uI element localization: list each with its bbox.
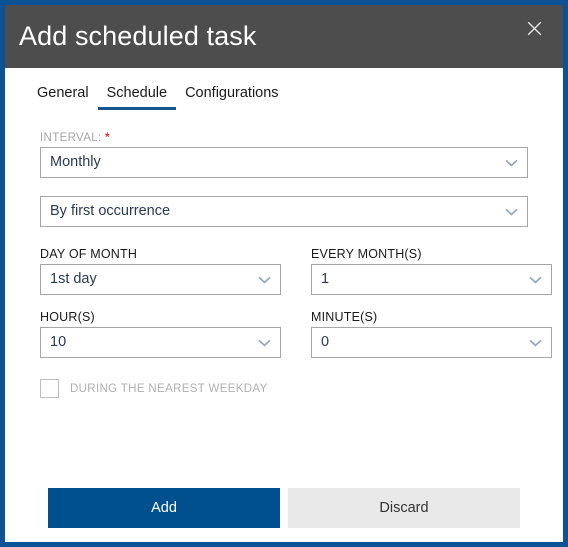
interval-select[interactable]: Monthly: [40, 147, 528, 178]
chevron-down-icon: [258, 339, 271, 347]
nearest-weekday-row[interactable]: DURING THE NEAREST WEEKDAY: [40, 379, 528, 398]
nearest-weekday-label: DURING THE NEAREST WEEKDAY: [70, 382, 268, 395]
day-of-month-select-value: 1st day: [50, 272, 97, 287]
tab-bar: General Schedule Configurations: [20, 68, 548, 110]
required-marker: *: [105, 132, 110, 144]
day-of-month-label: DAY OF MONTH: [40, 247, 138, 261]
schedule-form: INTERVAL: * Monthly By first occurrence …: [20, 110, 552, 398]
close-icon: [527, 21, 541, 35]
chevron-down-icon: [529, 339, 542, 347]
hours-select-value: 10: [50, 335, 67, 350]
hours-group: HOUR(S) 10: [40, 310, 281, 358]
add-scheduled-task-dialog: Add scheduled task General Schedule Conf…: [0, 0, 568, 547]
dialog-titlebar: Add scheduled task: [5, 5, 563, 68]
minutes-group: MINUTE(S) 0: [311, 310, 552, 358]
every-months-label: EVERY MONTH(S): [311, 247, 422, 261]
interval-label: INTERVAL: *: [40, 132, 110, 144]
tab-general[interactable]: General: [35, 85, 98, 111]
minutes-label: MINUTE(S): [311, 310, 378, 324]
add-button[interactable]: Add: [48, 488, 280, 528]
chevron-down-icon: [529, 276, 542, 284]
hours-select[interactable]: 10: [40, 327, 281, 358]
chevron-down-icon: [505, 159, 518, 167]
chevron-down-icon: [505, 208, 518, 216]
tab-schedule[interactable]: Schedule: [97, 85, 177, 110]
interval-select-value: Monthly: [50, 155, 101, 170]
nearest-weekday-checkbox[interactable]: [40, 379, 59, 398]
occurrence-select-value: By first occurrence: [50, 204, 171, 219]
every-months-select-value: 1: [321, 272, 330, 287]
day-of-month-select[interactable]: 1st day: [40, 264, 281, 295]
hours-label: HOUR(S): [40, 310, 95, 324]
dialog-title: Add scheduled task: [19, 21, 257, 51]
every-months-group: EVERY MONTH(S) 1: [311, 247, 552, 295]
tab-configurations[interactable]: Configurations: [176, 85, 288, 111]
minutes-select-value: 0: [321, 335, 330, 350]
month-row: DAY OF MONTH 1st day EVERY MONTH(S) 1: [40, 247, 552, 295]
every-months-select[interactable]: 1: [311, 264, 552, 295]
minutes-select[interactable]: 0: [311, 327, 552, 358]
close-button[interactable]: [513, 11, 555, 45]
day-of-month-group: DAY OF MONTH 1st day: [40, 247, 281, 295]
dialog-footer: Add Discard: [5, 488, 563, 528]
dialog-body: General Schedule Configurations INTERVAL…: [5, 68, 563, 542]
chevron-down-icon: [258, 276, 271, 284]
discard-button[interactable]: Discard: [288, 488, 520, 528]
time-row: HOUR(S) 10 MINUTE(S) 0: [40, 310, 552, 358]
occurrence-select[interactable]: By first occurrence: [40, 196, 528, 227]
